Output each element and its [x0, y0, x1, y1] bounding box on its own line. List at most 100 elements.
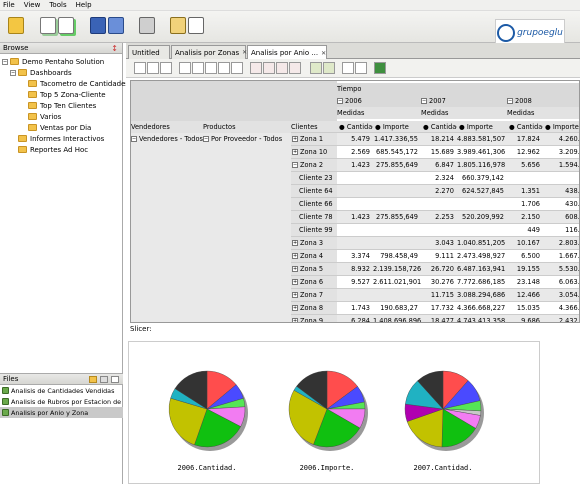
file-item[interactable]: Analisis de Cantidades Vendidas [0, 385, 123, 396]
menu-bar: File View Tools Help [0, 0, 580, 11]
close-tab-icon[interactable]: ✕ [321, 50, 326, 57]
save-icon[interactable] [90, 17, 106, 34]
value-cell: 23.148 [516, 278, 540, 286]
value-cell: 4.366.4 [558, 304, 580, 312]
tab-analisis-anio[interactable]: Analisis por Anio ... ✕ [247, 45, 327, 60]
tab-analisis-zonas[interactable]: Analisis por Zonas ✕ [171, 45, 247, 59]
value-cell: 3.374 [351, 252, 370, 260]
edit-icon[interactable] [108, 17, 124, 34]
chart-icon[interactable] [310, 62, 322, 74]
open-list-icon[interactable] [58, 17, 74, 34]
print-icon[interactable] [139, 17, 155, 34]
value-cell: 19.155 [507, 263, 543, 275]
sort-icon[interactable] [160, 62, 172, 74]
tree-label: Dashboards [30, 68, 72, 77]
tree-item-root[interactable]: − Demo Pentaho Solution [2, 56, 104, 67]
expand-icon[interactable]: + [292, 253, 298, 259]
sort-dot-icon[interactable]: ● [423, 123, 431, 131]
value-cell: 1.743 [351, 304, 370, 312]
tree-item-reportes[interactable]: Reportes Ad Hoc [18, 144, 88, 155]
value-cell: 4.883.581,507 [457, 133, 507, 145]
print-settings-icon[interactable] [342, 62, 354, 74]
refresh-icon[interactable]: ↕ [111, 44, 118, 53]
tree-item-ventas-dia[interactable]: Ventas por Dia [28, 122, 91, 133]
row-header: + Zona 3 [291, 237, 337, 249]
folder-icon [28, 80, 37, 87]
value-cell: 1.423 [337, 211, 373, 223]
drill-icon[interactable] [218, 62, 230, 74]
new-folder-icon[interactable] [89, 376, 97, 383]
menu-tools[interactable]: Tools [49, 1, 66, 9]
swap-axes-icon[interactable] [231, 62, 243, 74]
sort-dot-icon[interactable]: ● [545, 123, 553, 131]
tree-item-top5[interactable]: Top 5 Zona-Cliente [28, 89, 106, 100]
value-cell: 2.432.7 [543, 315, 579, 322]
sort-dot-icon[interactable]: ● [509, 123, 517, 131]
folder-icon [28, 102, 37, 109]
mdx-icon[interactable] [147, 62, 159, 74]
tab-label: Analisis por Anio ... [251, 49, 319, 57]
tree-item-varios[interactable]: Varios [28, 111, 61, 122]
file-item-selected[interactable]: Analisis por Anio y Zona [0, 407, 123, 418]
hierarchy-icon[interactable] [179, 62, 191, 74]
menu-view[interactable]: View [24, 1, 41, 9]
cube-navigator-icon[interactable] [134, 62, 146, 74]
chart-config-icon[interactable] [323, 62, 335, 74]
sort-dot-icon[interactable]: ● [375, 123, 383, 131]
expand-icon[interactable]: − [203, 136, 209, 142]
excel-icon[interactable] [374, 62, 386, 74]
drill-replace-icon[interactable] [276, 62, 288, 74]
value-cell: 17.732 [430, 304, 454, 312]
publish-icon[interactable] [170, 17, 186, 34]
menu-file[interactable]: File [3, 1, 15, 9]
expand-icon[interactable]: − [292, 162, 298, 168]
tree-item-tacometro[interactable]: Tacometro de Cantidades [28, 78, 129, 89]
collapse-icon[interactable]: − [10, 69, 16, 76]
pie-title: 2006.Importe. [300, 464, 355, 472]
value-cell [373, 224, 421, 236]
expand-icon[interactable]: + [292, 292, 298, 298]
drill-position-icon[interactable] [263, 62, 275, 74]
new-report-icon[interactable] [8, 17, 24, 34]
grid-icon[interactable] [192, 62, 204, 74]
menu-help[interactable]: Help [76, 1, 92, 9]
edit-file-icon[interactable] [100, 376, 108, 383]
expand-icon[interactable]: + [292, 266, 298, 272]
expand-icon[interactable]: − [337, 98, 343, 104]
menu-icon[interactable] [111, 376, 119, 383]
report-icon [2, 398, 9, 405]
left-panel: Browse ↕ − Demo Pentaho Solution − Dashboar… [0, 43, 129, 484]
analysis-toolbar [126, 59, 580, 78]
drill-member-icon[interactable] [250, 62, 262, 74]
expand-icon[interactable]: + [292, 305, 298, 311]
expand-icon[interactable]: − [507, 98, 513, 104]
expand-icon[interactable]: + [292, 318, 298, 322]
collapse-icon[interactable]: − [2, 58, 8, 65]
expand-icon[interactable]: − [131, 136, 137, 142]
pdf-icon[interactable] [355, 62, 367, 74]
folder-icon [10, 58, 19, 65]
expand-icon[interactable]: + [292, 136, 298, 142]
expand-icon[interactable]: + [292, 149, 298, 155]
tab-untitled[interactable]: Untitled [128, 45, 170, 59]
table-icon[interactable] [205, 62, 217, 74]
file-item[interactable]: Analisis de Rubros por Estacion de [0, 396, 123, 407]
open-icon[interactable] [40, 17, 56, 34]
expand-icon[interactable]: − [421, 98, 427, 104]
expand-icon[interactable]: + [292, 240, 298, 246]
value-cell: 15.689 [430, 148, 454, 156]
value-cell [337, 237, 373, 249]
drill-through-icon[interactable] [289, 62, 301, 74]
value-cell: 17.824 [507, 133, 543, 145]
value-cell: 3.054.3 [543, 289, 579, 301]
value-cell: 4.260.7 [543, 133, 579, 145]
file-label: Analisis de Rubros por Estacion de [11, 397, 122, 406]
expand-icon[interactable]: + [292, 279, 298, 285]
properties-icon[interactable] [188, 17, 204, 34]
sort-dot-icon[interactable]: ● [339, 123, 347, 131]
folder-icon [28, 91, 37, 98]
sort-dot-icon[interactable]: ● [459, 123, 467, 131]
tree-item-informes[interactable]: Informes Interactivos [18, 133, 104, 144]
tree-item-dashboards[interactable]: − Dashboards [10, 67, 72, 78]
tree-item-top10[interactable]: Top Ten Clientes [28, 100, 96, 111]
